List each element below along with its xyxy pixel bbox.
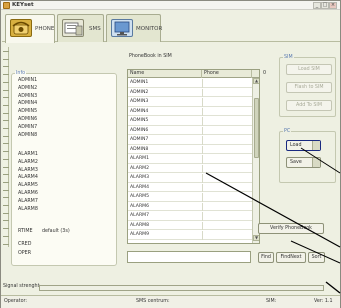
app-window: KEYset _ □ × PHONE SMS MONITOR Info ADMI… — [0, 0, 341, 308]
annotation-line-load — [300, 147, 341, 174]
annotation-line-verify — [290, 240, 341, 264]
annotation-line-signal — [325, 281, 341, 294]
annotation-line-table — [205, 172, 341, 248]
annotation-lines — [205, 147, 341, 294]
